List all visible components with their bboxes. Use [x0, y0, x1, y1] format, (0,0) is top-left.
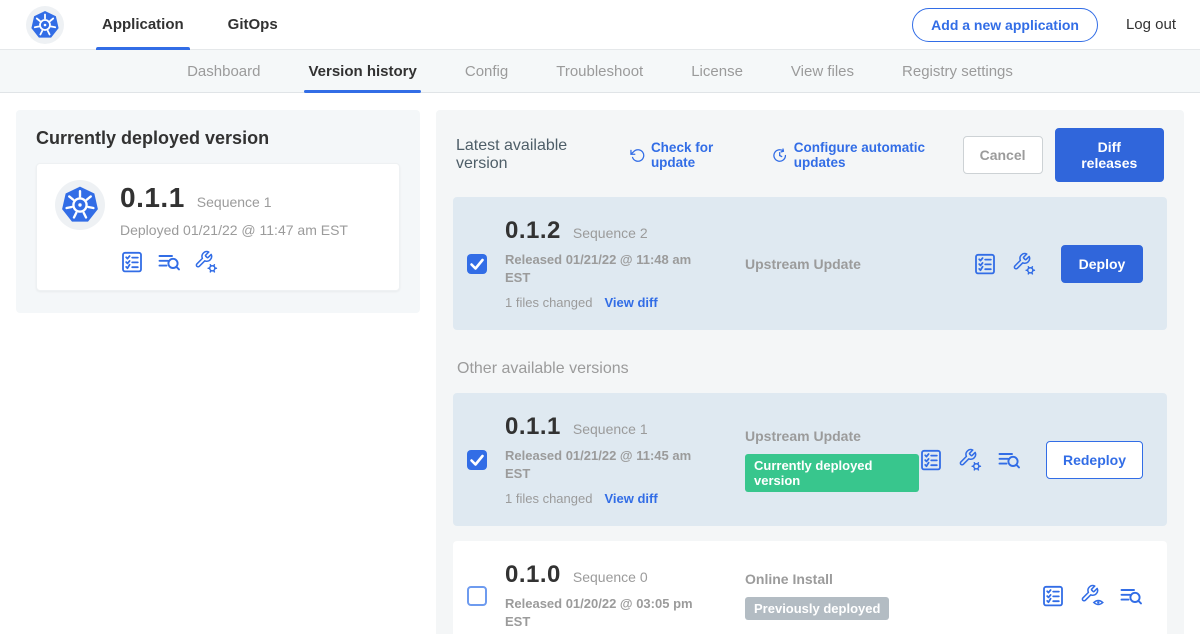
config-wrench-gear-icon[interactable]	[1012, 252, 1036, 276]
top-nav: Application GitOps Add a new application…	[0, 0, 1200, 50]
check-for-update-link[interactable]: Check for update	[630, 140, 751, 170]
release-diff-search-icon[interactable]	[157, 250, 181, 274]
checklist-icon[interactable]	[1041, 584, 1065, 608]
diff-releases-button[interactable]: Diff releases	[1055, 128, 1165, 182]
top-nav-tabs: Application GitOps	[102, 0, 278, 50]
subnav-license[interactable]: License	[691, 50, 743, 92]
deployed-version-number: 0.1.1	[120, 182, 185, 214]
version-checkbox[interactable]	[467, 254, 487, 274]
config-wrench-eye-icon[interactable]	[1080, 584, 1104, 608]
deployed-sequence-label: Sequence 1	[197, 194, 272, 210]
sequence-label: Sequence 0	[573, 569, 648, 585]
view-diff-link[interactable]: View diff	[604, 491, 657, 506]
checklist-icon[interactable]	[120, 250, 144, 274]
kubernetes-logo-icon	[26, 6, 64, 44]
checklist-icon[interactable]	[919, 448, 943, 472]
release-diff-search-icon[interactable]	[1119, 584, 1143, 608]
currently-deployed-panel: Currently deployed version 0.1.1 Sequenc…	[16, 110, 420, 313]
released-timestamp: Released 01/20/22 @ 03:05 pm EST	[505, 595, 701, 630]
version-row-0-1-2: 0.1.2 Sequence 2 Released 01/21/22 @ 11:…	[453, 197, 1167, 330]
other-versions-title: Other available versions	[457, 360, 1163, 378]
latest-available-title: Latest available version	[456, 137, 608, 173]
release-diff-search-icon[interactable]	[997, 448, 1021, 472]
sequence-label: Sequence 2	[573, 225, 648, 241]
redeploy-button[interactable]: Redeploy	[1046, 441, 1143, 479]
files-changed-label: 1 files changed	[505, 295, 592, 310]
version-checkbox[interactable]	[467, 586, 487, 606]
currently-deployed-title: Currently deployed version	[36, 128, 400, 149]
version-row-0-1-1: 0.1.1 Sequence 1 Released 01/21/22 @ 11:…	[453, 393, 1167, 526]
deployed-timestamp: Deployed 01/21/22 @ 11:47 am EST	[120, 222, 348, 238]
subnav-dashboard[interactable]: Dashboard	[187, 50, 260, 92]
app-logo-icon	[55, 180, 105, 230]
view-diff-link[interactable]: View diff	[604, 295, 657, 310]
deploy-button[interactable]: Deploy	[1061, 245, 1143, 283]
sequence-label: Sequence 1	[573, 421, 648, 437]
version-history-panel: Latest available version Check for updat…	[436, 110, 1184, 634]
version-number: 0.1.2	[505, 217, 561, 245]
previously-deployed-badge: Previously deployed	[745, 597, 889, 620]
configure-automatic-updates-link[interactable]: Configure automatic updates	[772, 140, 962, 170]
subnav-version-history[interactable]: Version history	[308, 50, 416, 92]
currently-deployed-badge: Currently deployed version	[745, 454, 919, 492]
deployed-version-card: 0.1.1 Sequence 1 Deployed 01/21/22 @ 11:…	[36, 163, 400, 291]
subnav-view-files[interactable]: View files	[791, 50, 854, 92]
version-source-label: Online Install	[745, 571, 1041, 587]
released-timestamp: Released 01/21/22 @ 11:45 am EST	[505, 447, 701, 482]
add-new-application-button[interactable]: Add a new application	[912, 8, 1098, 42]
subnav-registry-settings[interactable]: Registry settings	[902, 50, 1013, 92]
version-number: 0.1.0	[505, 561, 561, 589]
version-row-0-1-0: 0.1.0 Sequence 0 Released 01/20/22 @ 03:…	[453, 541, 1167, 634]
subnav-troubleshoot[interactable]: Troubleshoot	[556, 50, 643, 92]
subnav-config[interactable]: Config	[465, 50, 508, 92]
tab-gitops[interactable]: GitOps	[228, 0, 278, 50]
checklist-icon[interactable]	[973, 252, 997, 276]
logout-button[interactable]: Log out	[1126, 16, 1176, 33]
version-checkbox[interactable]	[467, 450, 487, 470]
released-timestamp: Released 01/21/22 @ 11:48 am EST	[505, 251, 701, 286]
config-wrench-gear-icon[interactable]	[958, 448, 982, 472]
version-source-label: Upstream Update	[745, 428, 919, 444]
config-wrench-gear-icon[interactable]	[194, 250, 218, 274]
tab-application[interactable]: Application	[102, 0, 184, 50]
files-changed-label: 1 files changed	[505, 491, 592, 506]
refresh-icon	[630, 147, 645, 164]
version-source-label: Upstream Update	[745, 256, 973, 272]
app-sub-nav: Dashboard Version history Config Trouble…	[0, 50, 1200, 93]
version-number: 0.1.1	[505, 413, 561, 441]
cancel-button[interactable]: Cancel	[963, 136, 1043, 174]
clock-refresh-icon	[772, 147, 787, 164]
